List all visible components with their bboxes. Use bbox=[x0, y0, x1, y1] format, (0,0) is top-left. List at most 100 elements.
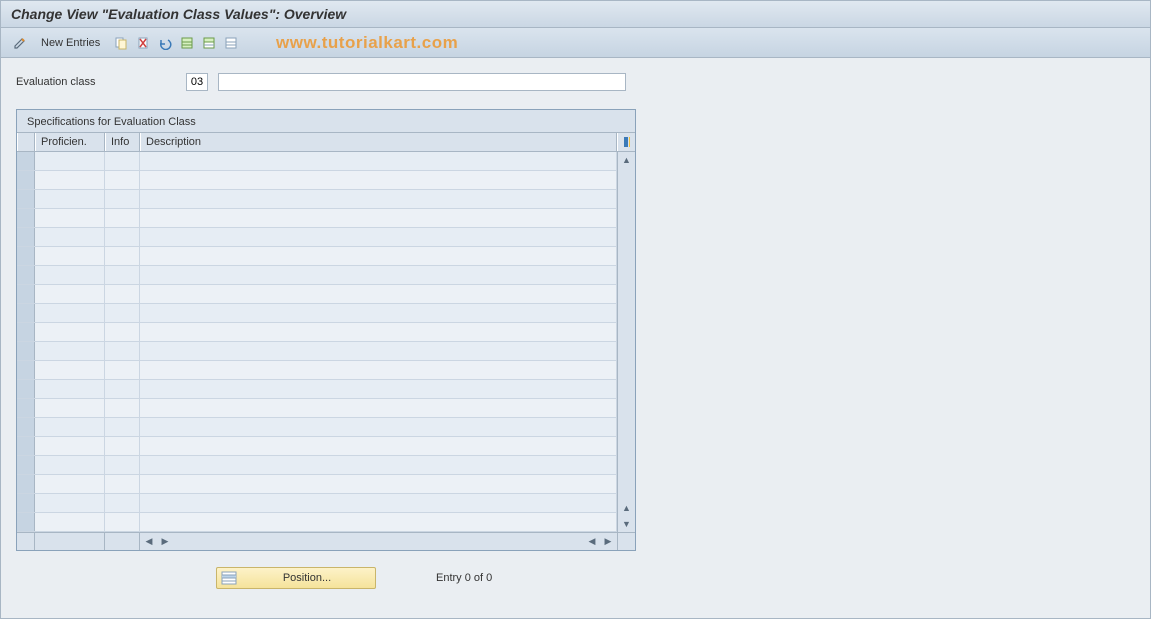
cell-description[interactable] bbox=[140, 361, 617, 379]
deselect-all-icon[interactable] bbox=[222, 34, 240, 52]
cell-proficiency[interactable] bbox=[35, 456, 105, 474]
cell-info[interactable] bbox=[105, 152, 140, 170]
cell-info[interactable] bbox=[105, 266, 140, 284]
cell-info[interactable] bbox=[105, 209, 140, 227]
row-selector[interactable] bbox=[17, 304, 35, 322]
cell-info[interactable] bbox=[105, 285, 140, 303]
table-row[interactable] bbox=[17, 513, 617, 532]
table-row[interactable] bbox=[17, 437, 617, 456]
cell-info[interactable] bbox=[105, 399, 140, 417]
cell-proficiency[interactable] bbox=[35, 266, 105, 284]
cell-proficiency[interactable] bbox=[35, 494, 105, 512]
row-selector[interactable] bbox=[17, 399, 35, 417]
delete-icon[interactable] bbox=[134, 34, 152, 52]
table-row[interactable] bbox=[17, 152, 617, 171]
cell-info[interactable] bbox=[105, 361, 140, 379]
row-selector[interactable] bbox=[17, 456, 35, 474]
new-entries-button[interactable]: New Entries bbox=[33, 37, 108, 49]
row-selector[interactable] bbox=[17, 266, 35, 284]
cell-proficiency[interactable] bbox=[35, 399, 105, 417]
cell-info[interactable] bbox=[105, 380, 140, 398]
table-row[interactable] bbox=[17, 304, 617, 323]
column-description[interactable]: Description bbox=[140, 133, 617, 151]
table-settings-icon[interactable] bbox=[617, 133, 635, 151]
table-row[interactable] bbox=[17, 342, 617, 361]
table-row[interactable] bbox=[17, 361, 617, 380]
cell-proficiency[interactable] bbox=[35, 304, 105, 322]
row-selector[interactable] bbox=[17, 190, 35, 208]
row-selector[interactable] bbox=[17, 228, 35, 246]
cell-proficiency[interactable] bbox=[35, 513, 105, 531]
scroll-up-icon[interactable]: ▲ bbox=[618, 152, 635, 168]
row-selector[interactable] bbox=[17, 494, 35, 512]
cell-proficiency[interactable] bbox=[35, 247, 105, 265]
cell-description[interactable] bbox=[140, 209, 617, 227]
table-row[interactable] bbox=[17, 285, 617, 304]
cell-proficiency[interactable] bbox=[35, 475, 105, 493]
table-row[interactable] bbox=[17, 475, 617, 494]
scroll-right2-icon[interactable]: ▶ bbox=[601, 535, 615, 549]
table-row[interactable] bbox=[17, 380, 617, 399]
cell-info[interactable] bbox=[105, 304, 140, 322]
cell-info[interactable] bbox=[105, 323, 140, 341]
cell-description[interactable] bbox=[140, 494, 617, 512]
cell-proficiency[interactable] bbox=[35, 209, 105, 227]
scroll-down-icon[interactable]: ▼ bbox=[618, 516, 635, 532]
cell-description[interactable] bbox=[140, 513, 617, 531]
cell-proficiency[interactable] bbox=[35, 437, 105, 455]
row-selector[interactable] bbox=[17, 513, 35, 531]
row-selector[interactable] bbox=[17, 323, 35, 341]
row-selector[interactable] bbox=[17, 361, 35, 379]
position-button[interactable]: Position... bbox=[216, 567, 376, 589]
row-selector[interactable] bbox=[17, 475, 35, 493]
cell-proficiency[interactable] bbox=[35, 342, 105, 360]
cell-info[interactable] bbox=[105, 171, 140, 189]
table-row[interactable] bbox=[17, 456, 617, 475]
cell-info[interactable] bbox=[105, 475, 140, 493]
cell-info[interactable] bbox=[105, 247, 140, 265]
column-selector[interactable] bbox=[17, 133, 35, 151]
cell-description[interactable] bbox=[140, 456, 617, 474]
cell-description[interactable] bbox=[140, 171, 617, 189]
cell-proficiency[interactable] bbox=[35, 171, 105, 189]
table-row[interactable] bbox=[17, 190, 617, 209]
row-selector[interactable] bbox=[17, 152, 35, 170]
display-change-icon[interactable] bbox=[11, 34, 29, 52]
cell-info[interactable] bbox=[105, 190, 140, 208]
row-selector[interactable] bbox=[17, 437, 35, 455]
row-selector[interactable] bbox=[17, 247, 35, 265]
column-proficiency[interactable]: Proficien. bbox=[35, 133, 105, 151]
cell-description[interactable] bbox=[140, 152, 617, 170]
horizontal-scrollbar[interactable]: ◀ ▶ ◀ ▶ bbox=[17, 532, 635, 550]
cell-info[interactable] bbox=[105, 513, 140, 531]
scroll-up2-icon[interactable]: ▲ bbox=[618, 500, 635, 516]
table-row[interactable] bbox=[17, 266, 617, 285]
scroll-left2-icon[interactable]: ◀ bbox=[585, 535, 599, 549]
cell-description[interactable] bbox=[140, 323, 617, 341]
table-row[interactable] bbox=[17, 494, 617, 513]
cell-description[interactable] bbox=[140, 228, 617, 246]
cell-description[interactable] bbox=[140, 399, 617, 417]
table-row[interactable] bbox=[17, 399, 617, 418]
cell-info[interactable] bbox=[105, 494, 140, 512]
table-row[interactable] bbox=[17, 228, 617, 247]
evaluation-class-description-input[interactable] bbox=[218, 73, 626, 91]
scroll-left-icon[interactable]: ◀ bbox=[142, 535, 156, 549]
cell-description[interactable] bbox=[140, 342, 617, 360]
cell-description[interactable] bbox=[140, 380, 617, 398]
column-info[interactable]: Info bbox=[105, 133, 140, 151]
cell-info[interactable] bbox=[105, 437, 140, 455]
table-row[interactable] bbox=[17, 418, 617, 437]
cell-description[interactable] bbox=[140, 437, 617, 455]
cell-info[interactable] bbox=[105, 228, 140, 246]
row-selector[interactable] bbox=[17, 285, 35, 303]
table-row[interactable] bbox=[17, 209, 617, 228]
cell-proficiency[interactable] bbox=[35, 228, 105, 246]
cell-proficiency[interactable] bbox=[35, 323, 105, 341]
cell-info[interactable] bbox=[105, 342, 140, 360]
copy-as-icon[interactable] bbox=[112, 34, 130, 52]
row-selector[interactable] bbox=[17, 171, 35, 189]
cell-proficiency[interactable] bbox=[35, 418, 105, 436]
cell-description[interactable] bbox=[140, 304, 617, 322]
cell-info[interactable] bbox=[105, 418, 140, 436]
